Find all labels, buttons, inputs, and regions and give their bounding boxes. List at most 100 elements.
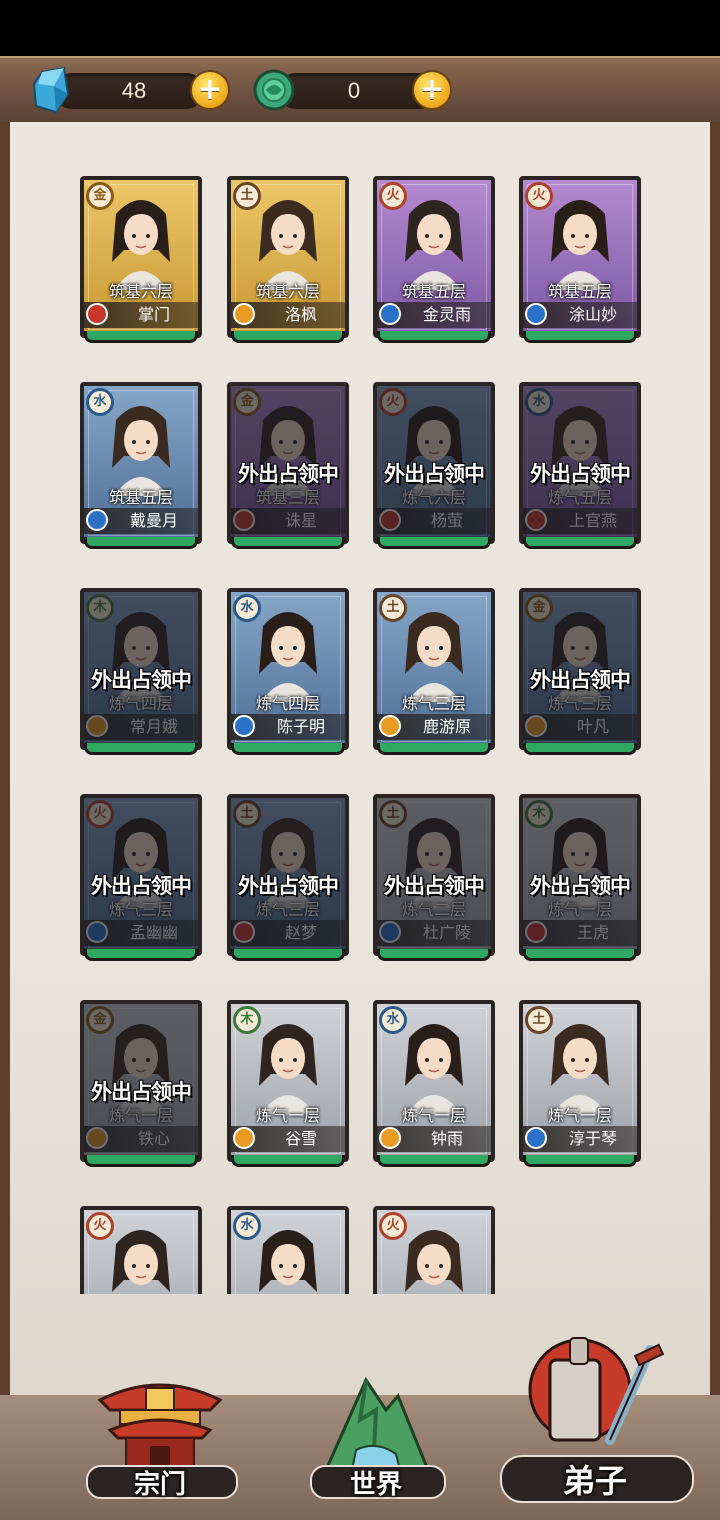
element-badge: 火 (525, 182, 553, 210)
disciple-card[interactable]: 金筑基六层掌门 (80, 176, 202, 348)
name-strip: 涂山妙 (523, 302, 637, 328)
disciple-card[interactable]: 土炼气一层 淳于琴 (519, 1000, 641, 1172)
role-icon (86, 303, 108, 325)
nav-world-label: 世界 (349, 1470, 402, 1500)
disciple-card[interactable]: 木炼气四层常月娥外出占领中 (80, 588, 202, 760)
card-frame: 火筑基五层 金灵雨 (373, 176, 495, 338)
card-base (231, 743, 345, 755)
away-overlay: 外出占领中 (231, 798, 345, 952)
away-status: 外出占领中 (530, 667, 631, 692)
spirit-crystal-counter: 48 (54, 73, 204, 109)
disciple-card[interactable]: 水炼气一层 钟雨 (373, 1000, 495, 1172)
away-overlay: 外出占领中 (523, 798, 637, 952)
add-spirit-crystal-button[interactable]: + (190, 70, 230, 110)
disciple-name: 掌门 (137, 305, 170, 324)
cultivation-rank: 筑基六层 (108, 282, 173, 301)
element-badge: 水 (86, 388, 114, 416)
card-base (84, 743, 198, 755)
card-frame: 土炼气一层 淳于琴 (519, 1000, 641, 1162)
disciple-card[interactable]: 金炼气三层叶凡外出占领中 (519, 588, 641, 760)
cultivation-rank: 炼气一层 (547, 1106, 612, 1125)
name-strip: 谷雪 (231, 1126, 345, 1152)
element-badge: 火 (379, 182, 407, 210)
element-badge: 火 (379, 1212, 407, 1240)
cultivation-rank: 筑基五层 (547, 282, 612, 301)
card-frame: 木炼气一层王虎外出占领中 (519, 794, 641, 956)
card-frame: 水炼气四层 陈子明 (227, 588, 349, 750)
spirit-crystal-amount: 48 (121, 78, 147, 103)
nav-sect-label: 宗门 (133, 1470, 186, 1500)
nav-disciples-button[interactable]: 弟子 (500, 1330, 694, 1510)
away-status: 外出占领中 (91, 873, 192, 898)
card-frame: 金炼气一层铁心外出占领中 (80, 1000, 202, 1162)
card-base (231, 537, 345, 549)
disciple-card[interactable]: 水筑基五层戴曼月 (80, 382, 202, 554)
disciple-card[interactable]: 土筑基六层 洛枫 (227, 176, 349, 348)
card-base (231, 949, 345, 961)
role-icon (379, 303, 401, 325)
disciple-card[interactable]: 水 (227, 1206, 349, 1294)
disciple-card[interactable]: 金筑基三层诛星外出占领中 (227, 382, 349, 554)
card-frame: 火 (373, 1206, 495, 1294)
card-base (377, 949, 491, 961)
role-icon (233, 1127, 255, 1149)
disciple-name: 戴曼月 (129, 511, 178, 530)
disciple-card[interactable]: 水炼气四层 陈子明 (227, 588, 349, 760)
name-strip: 戴曼月 (84, 508, 198, 534)
jade-coin-icon (253, 69, 295, 111)
disciple-card[interactable]: 火炼气六层杨萤外出占领中 (373, 382, 495, 554)
disciple-card[interactable]: 水炼气五层上官燕外出占领中 (519, 382, 641, 554)
element-badge: 火 (86, 1212, 114, 1240)
jade-coin-amount: 0 (347, 78, 361, 103)
role-icon (379, 715, 401, 737)
away-status: 外出占领中 (91, 1079, 192, 1104)
cultivation-rank: 筑基五层 (108, 488, 173, 507)
element-badge: 木 (233, 1006, 261, 1034)
card-base (377, 537, 491, 549)
nav-world-button[interactable]: 世界 (306, 1370, 446, 1510)
card-base (84, 1155, 198, 1167)
element-badge: 金 (86, 182, 114, 210)
away-overlay: 外出占领中 (84, 798, 198, 952)
card-base (84, 537, 198, 549)
element-badge: 水 (233, 1212, 261, 1240)
nav-sect-button[interactable]: 宗门 (80, 1370, 240, 1510)
disciple-card[interactable]: 土炼气二层杜广陵外出占领中 (373, 794, 495, 966)
card-frame: 金筑基六层掌门 (80, 176, 202, 338)
disciple-card[interactable]: 火筑基五层 涂山妙 (519, 176, 641, 348)
card-base (231, 331, 345, 343)
card-base (523, 743, 637, 755)
name-strip: 钟雨 (377, 1126, 491, 1152)
disciple-card[interactable]: 木炼气一层王虎外出占领中 (519, 794, 641, 966)
nav-disciples-label: 弟子 (562, 1462, 627, 1500)
disciple-card[interactable]: 木炼气一层 谷雪 (227, 1000, 349, 1172)
name-strip: 洛枫 (231, 302, 345, 328)
element-badge: 土 (525, 1006, 553, 1034)
card-base (523, 331, 637, 343)
disciple-card[interactable]: 土炼气三层赵梦外出占领中 (227, 794, 349, 966)
disciple-card[interactable]: 火 (80, 1206, 202, 1294)
disciple-card[interactable]: 金炼气一层铁心外出占领中 (80, 1000, 202, 1172)
cultivation-rank: 筑基六层 (255, 282, 320, 301)
card-base (523, 1155, 637, 1167)
disciple-card[interactable]: 火 (373, 1206, 495, 1294)
disciple-name: 鹿游原 (422, 717, 471, 736)
resource-bar: 48 + 0 + (0, 56, 720, 127)
card-base (523, 537, 637, 549)
card-frame: 水炼气五层上官燕外出占领中 (519, 382, 641, 544)
name-strip: 掌门 (84, 302, 198, 328)
name-strip: 鹿游原 (377, 714, 491, 740)
scroll-sword-icon (528, 1337, 665, 1445)
card-frame: 火炼气三层孟幽幽外出占领中 (80, 794, 202, 956)
disciple-name: 洛枫 (284, 305, 317, 324)
away-status: 外出占领中 (91, 667, 192, 692)
disciple-name: 陈子明 (276, 717, 325, 736)
disciple-card[interactable]: 火筑基五层 金灵雨 (373, 176, 495, 348)
disciple-card[interactable]: 土炼气三层 鹿游原 (373, 588, 495, 760)
away-overlay: 外出占领中 (523, 592, 637, 746)
disciple-card[interactable]: 火炼气三层孟幽幽外出占领中 (80, 794, 202, 966)
away-overlay: 外出占领中 (377, 798, 491, 952)
away-status: 外出占领中 (384, 873, 485, 898)
spirit-crystal-icon (32, 66, 70, 114)
add-jade-coin-button[interactable]: + (412, 70, 452, 110)
